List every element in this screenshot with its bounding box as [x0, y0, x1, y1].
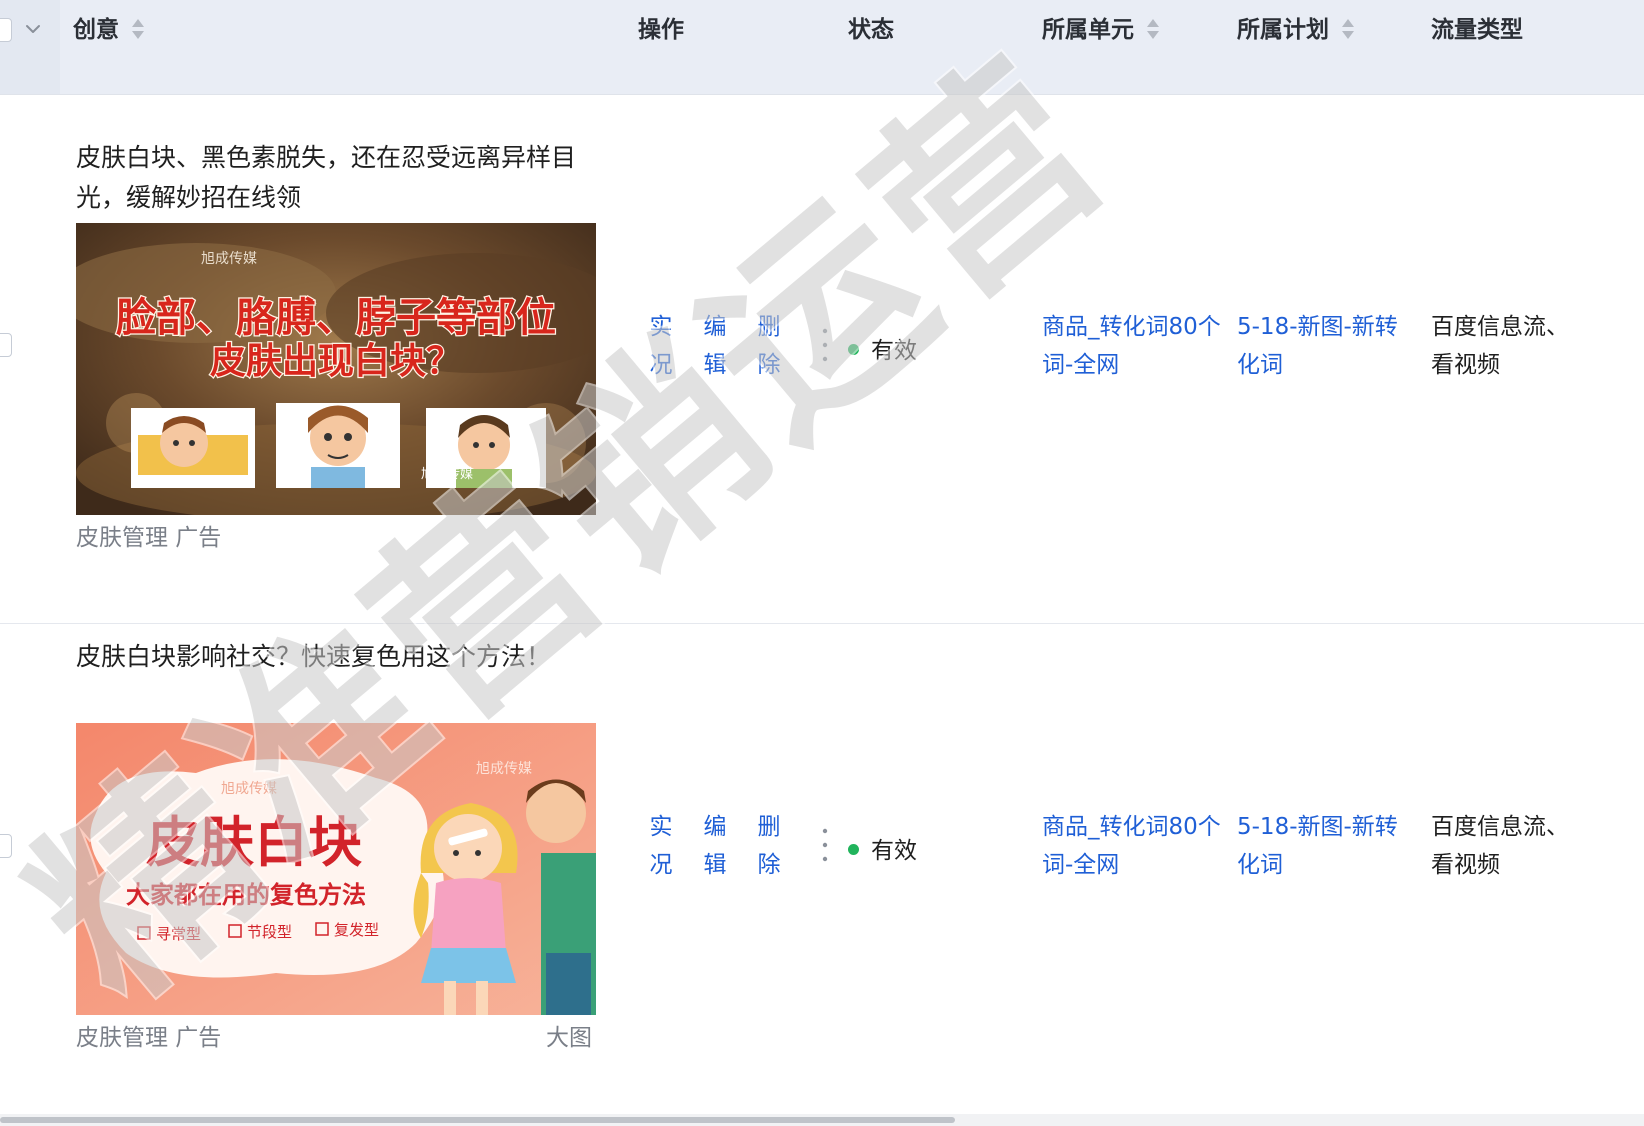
table-header: 创意 操作 状态 所属单元 所属计划 流量类型: [0, 0, 1644, 95]
brand-logo: 旭成传媒: [421, 467, 473, 482]
horizontal-scrollbar[interactable]: [0, 1114, 1644, 1126]
image-tag: 节段型: [247, 923, 292, 941]
unit-link[interactable]: 商品_转化词80个词-全网: [1042, 308, 1232, 384]
brand-logo: 旭成传媒: [201, 251, 257, 267]
creative-category: 皮肤管理 广告: [76, 525, 222, 551]
traffic-type: 百度信息流、看视频: [1431, 814, 1569, 878]
brand-logo: 旭成传媒: [476, 761, 532, 777]
creative-image[interactable]: 旭成传媒 旭成传媒 皮肤白块 大家都在用的复色方法 寻常型 节段型 复发型: [76, 723, 596, 1015]
column-label: 所属单元: [1042, 17, 1134, 43]
image-subheadline: 大家都在用的复色方法: [126, 880, 366, 909]
status-text: 有效: [871, 838, 917, 864]
action-edit-link[interactable]: 编辑: [703, 308, 727, 384]
traffic-type: 百度信息流、看视频: [1431, 314, 1569, 378]
creative-image[interactable]: 旭成传媒 脸部、胳膊、脖子等部位 皮肤出现白块？ 旭成传媒: [76, 223, 596, 515]
image-headline: 脸部、胳膊、脖子等部位: [116, 295, 556, 341]
scrollbar-thumb[interactable]: [0, 1117, 955, 1123]
image-tag: 复发型: [334, 921, 379, 939]
cartoon-panel: [276, 403, 400, 488]
creative-table: 创意 操作 状态 所属单元 所属计划 流量类型 皮肤白块、黑色素脱失，还在忍受远…: [0, 0, 1644, 1126]
status-badge: 有效: [848, 831, 917, 865]
table-row: 皮肤白块影响社交？快速复色用这个方法！ 旭成传媒 旭成传媒 皮肤白块 大家都在用…: [0, 624, 1644, 1114]
column-header-status: 状态: [848, 10, 894, 50]
action-live-link[interactable]: 实况: [649, 308, 673, 384]
image-headline: 皮肤白块: [146, 810, 362, 874]
creative-title: 皮肤白块、黑色素脱失，还在忍受远离异样目光，缓解妙招在线领: [76, 143, 577, 212]
sort-icon[interactable]: [1146, 17, 1160, 41]
creative-format: 大图: [546, 1025, 592, 1051]
plan-link[interactable]: 5-18-新图-新转化词: [1237, 808, 1407, 884]
status-dot-icon: [848, 344, 859, 355]
select-column-header: [0, 0, 60, 94]
action-live-link[interactable]: 实况: [649, 808, 673, 884]
column-label: 状态: [848, 17, 894, 43]
column-label: 创意: [73, 17, 119, 43]
column-header-actions: 操作: [638, 10, 684, 50]
cartoon-panel: 旭成传媒: [421, 408, 546, 488]
creative-title: 皮肤白块影响社交？快速复色用这个方法！: [76, 642, 552, 671]
plan-link[interactable]: 5-18-新图-新转化词: [1237, 308, 1407, 384]
select-all-checkbox[interactable]: [0, 18, 12, 42]
unit-link[interactable]: 商品_转化词80个词-全网: [1042, 808, 1232, 884]
more-icon[interactable]: [822, 326, 828, 366]
column-header-traffic-type: 流量类型: [1431, 10, 1523, 50]
status-dot-icon: [848, 844, 859, 855]
action-edit-link[interactable]: 编辑: [703, 808, 727, 884]
column-header-creative[interactable]: 创意: [73, 10, 145, 50]
column-label: 操作: [638, 17, 684, 43]
column-header-plan[interactable]: 所属计划: [1237, 10, 1355, 50]
cartoon-panel: [131, 408, 255, 488]
column-label: 流量类型: [1431, 17, 1523, 43]
table-row: 皮肤白块、黑色素脱失，还在忍受远离异样目光，缓解妙招在线领 旭成传媒 脸部、胳膊…: [0, 98, 1644, 624]
more-icon[interactable]: [822, 826, 828, 866]
action-delete-link[interactable]: 删除: [757, 808, 781, 884]
chevron-down-icon[interactable]: [24, 20, 42, 38]
column-label: 所属计划: [1237, 17, 1329, 43]
sort-icon[interactable]: [1341, 17, 1355, 41]
status-badge: 有效: [848, 331, 917, 365]
brand-logo: 旭成传媒: [221, 781, 277, 797]
image-headline: 皮肤出现白块？: [210, 341, 462, 382]
image-tag: 寻常型: [156, 925, 201, 943]
creative-category: 皮肤管理 广告: [76, 1025, 222, 1051]
column-header-unit[interactable]: 所属单元: [1042, 10, 1160, 50]
row-checkbox[interactable]: [0, 333, 12, 357]
status-text: 有效: [871, 338, 917, 364]
sort-icon[interactable]: [131, 17, 145, 41]
action-delete-link[interactable]: 删除: [757, 308, 781, 384]
row-checkbox[interactable]: [0, 834, 12, 858]
